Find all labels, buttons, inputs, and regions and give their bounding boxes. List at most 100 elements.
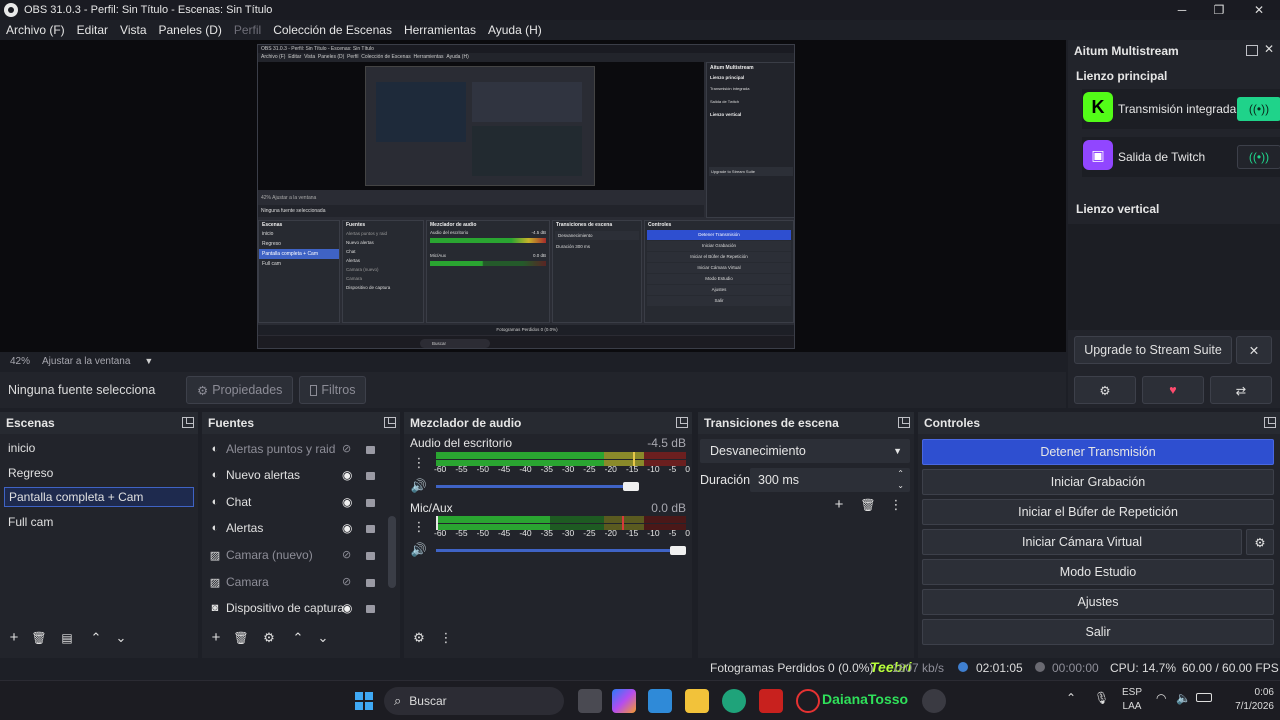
opera-icon[interactable] bbox=[796, 689, 820, 713]
scene-item[interactable]: Regreso bbox=[4, 463, 194, 483]
scene-filters-icon[interactable]: ▤ bbox=[56, 627, 78, 649]
menu-docks[interactable]: Paneles (D) bbox=[159, 23, 222, 37]
add-source-icon[interactable]: + bbox=[205, 627, 227, 649]
clock-time[interactable]: 0:06 bbox=[1234, 687, 1274, 698]
start-recording-button[interactable]: Iniciar Grabación bbox=[922, 469, 1274, 495]
microphone-icon[interactable]: 🎙 bbox=[1094, 691, 1109, 705]
move-down-icon[interactable]: ⌄ bbox=[110, 627, 132, 649]
eye-icon[interactable]: ◉ bbox=[342, 521, 352, 535]
source-item[interactable]: ▨ Camara (nuevo) bbox=[208, 545, 378, 565]
menu-tools[interactable]: Herramientas bbox=[404, 23, 476, 37]
dock-close-icon[interactable]: ✕ bbox=[1264, 42, 1274, 56]
eye-hidden-icon[interactable]: ⊘ bbox=[342, 442, 351, 455]
move-down-icon[interactable]: ⌄ bbox=[312, 627, 334, 649]
share-icon[interactable]: ⇄ bbox=[1210, 376, 1272, 404]
menu-profile[interactable]: Perfil bbox=[234, 23, 261, 37]
pdf-icon[interactable] bbox=[759, 689, 783, 713]
trash-icon[interactable]: 🗑 bbox=[28, 627, 50, 649]
source-item[interactable]: ◐ Nuevo alertas bbox=[208, 465, 378, 485]
photos-icon[interactable] bbox=[648, 689, 672, 713]
battery-icon[interactable] bbox=[1196, 693, 1212, 702]
eye-icon[interactable]: ◉ bbox=[342, 495, 352, 509]
stream-toggle-button[interactable]: ((•)) bbox=[1237, 145, 1280, 169]
menu-edit[interactable]: Editar bbox=[77, 23, 108, 37]
properties-button[interactable]: ⚙ Propiedades bbox=[186, 376, 294, 404]
stream-toggle-button[interactable]: ((•)) bbox=[1237, 97, 1280, 121]
clock-date[interactable]: 7/1/2026 bbox=[1214, 701, 1274, 712]
undock-icon[interactable] bbox=[182, 417, 194, 428]
filters-button[interactable]: Filtros bbox=[299, 376, 367, 404]
lock-icon[interactable] bbox=[366, 579, 375, 587]
studio-mode-button[interactable]: Modo Estudio bbox=[922, 559, 1274, 585]
eye-icon[interactable]: ◉ bbox=[342, 468, 352, 482]
mixer-menu-icon[interactable]: ⋮ bbox=[435, 627, 457, 649]
gear-icon[interactable]: ⚙ bbox=[258, 627, 280, 649]
lock-icon[interactable] bbox=[366, 499, 375, 507]
move-up-icon[interactable]: ⌃ bbox=[287, 627, 309, 649]
lock-icon[interactable] bbox=[366, 605, 375, 613]
volume-slider-knob[interactable] bbox=[670, 546, 686, 555]
stepper-icon[interactable]: ⌃ ⌄ bbox=[897, 468, 904, 492]
minimize-button[interactable]: ─ bbox=[1164, 0, 1200, 20]
heart-icon[interactable]: ♥ bbox=[1142, 376, 1204, 404]
taskbar-search[interactable]: ⌕ Buscar bbox=[384, 687, 564, 715]
close-button[interactable]: ✕ bbox=[1241, 0, 1277, 20]
menu-file[interactable]: Archivo (F) bbox=[6, 23, 65, 37]
menu-scene-collection[interactable]: Colección de Escenas bbox=[273, 23, 392, 37]
edge-icon[interactable] bbox=[722, 689, 746, 713]
menu-help[interactable]: Ayuda (H) bbox=[488, 23, 542, 37]
source-item[interactable]: ◐ Chat bbox=[208, 492, 378, 512]
track-menu-icon[interactable]: ⋮ bbox=[408, 452, 430, 474]
trash-icon[interactable]: 🗑 bbox=[857, 494, 879, 516]
zoom-fit-select[interactable]: Ajustar a la ventana bbox=[42, 356, 130, 367]
upgrade-button[interactable]: Upgrade to Stream Suite bbox=[1074, 336, 1232, 364]
settings-gear-icon[interactable]: ⚙ bbox=[1074, 376, 1136, 404]
transition-menu-icon[interactable]: ⋮ bbox=[885, 494, 907, 516]
language-bottom[interactable]: LAA bbox=[1122, 701, 1142, 712]
track-menu-icon[interactable]: ⋮ bbox=[408, 516, 430, 538]
undock-icon[interactable] bbox=[676, 417, 688, 428]
windows-start-icon[interactable] bbox=[352, 689, 376, 713]
source-item[interactable]: ◙ Dispositivo de captura bbox=[208, 598, 378, 618]
stop-streaming-button[interactable]: Detener Transmisión bbox=[922, 439, 1274, 465]
source-item[interactable]: ◐ Alertas puntos y raid bbox=[208, 439, 378, 459]
maximize-button[interactable]: ❐ bbox=[1201, 0, 1237, 20]
start-replay-buffer-button[interactable]: Iniciar el Búfer de Repetición bbox=[922, 499, 1274, 525]
add-scene-icon[interactable]: + bbox=[3, 627, 25, 649]
scene-item[interactable]: inicio bbox=[4, 438, 194, 458]
mixer-settings-icon[interactable]: ⚙ bbox=[408, 627, 430, 649]
undock-icon[interactable] bbox=[384, 417, 396, 428]
undock-icon[interactable] bbox=[898, 417, 910, 428]
volume-slider-knob[interactable] bbox=[623, 482, 639, 491]
menu-view[interactable]: Vista bbox=[120, 23, 146, 37]
volume-slider[interactable] bbox=[436, 485, 626, 488]
start-virtual-camera-button[interactable]: Iniciar Cámara Virtual bbox=[922, 529, 1242, 555]
add-transition-icon[interactable]: + bbox=[828, 494, 850, 516]
tray-chevron-icon[interactable]: ⌃ bbox=[1066, 691, 1076, 705]
exit-button[interactable]: Salir bbox=[922, 619, 1274, 645]
volume-icon[interactable]: 🔈 bbox=[1176, 691, 1191, 705]
sources-scrollbar[interactable] bbox=[388, 516, 396, 588]
volume-slider[interactable] bbox=[436, 549, 674, 552]
obs-taskbar-icon[interactable] bbox=[922, 689, 946, 713]
eye-hidden-icon[interactable]: ⊘ bbox=[342, 548, 351, 561]
task-view-icon[interactable] bbox=[578, 689, 602, 713]
speaker-icon[interactable]: 🔊 bbox=[408, 475, 430, 497]
duration-input[interactable]: 300 ms ⌃ ⌄ bbox=[750, 468, 910, 492]
scene-item-selected[interactable]: Pantalla completa + Cam bbox=[4, 487, 194, 507]
move-up-icon[interactable]: ⌃ bbox=[85, 627, 107, 649]
undock-icon[interactable] bbox=[1246, 45, 1258, 56]
eye-icon[interactable]: ◉ bbox=[342, 601, 352, 615]
settings-button[interactable]: Ajustes bbox=[922, 589, 1274, 615]
transition-select[interactable]: Desvanecimiento ▼ bbox=[700, 439, 910, 463]
lock-icon[interactable] bbox=[366, 446, 375, 454]
lock-icon[interactable] bbox=[366, 472, 375, 480]
virtual-camera-gear-icon[interactable]: ⚙ bbox=[1246, 529, 1274, 555]
language-top[interactable]: ESP bbox=[1122, 687, 1142, 698]
trash-icon[interactable]: 🗑 bbox=[230, 627, 252, 649]
close-icon[interactable]: ✕ bbox=[1236, 336, 1272, 364]
lock-icon[interactable] bbox=[366, 525, 375, 533]
copilot-icon[interactable] bbox=[612, 689, 636, 713]
scene-item[interactable]: Full cam bbox=[4, 512, 194, 532]
source-item[interactable]: ▨ Camara bbox=[208, 572, 378, 592]
